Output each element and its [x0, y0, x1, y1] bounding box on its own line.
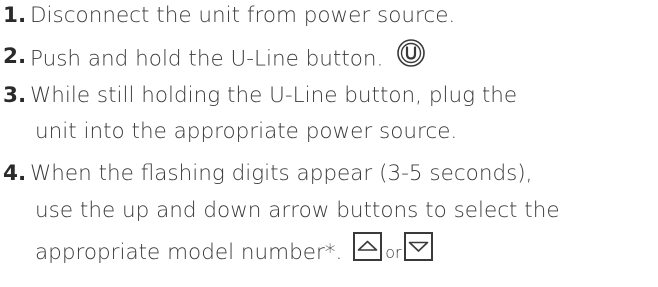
step-text: When the flashing digits appear (3-5 sec… [30, 161, 533, 186]
step-text: Disconnect the unit from power source. [30, 3, 456, 28]
instruction-steps: 1. Disconnect the unit from power source… [0, 0, 658, 287]
step-number: 4. [3, 161, 27, 186]
step-number: 2. [3, 44, 27, 69]
step-text: Push and hold the U-Line button. [30, 46, 384, 72]
up-arrow-button-icon [353, 232, 383, 270]
down-arrow-button-icon [403, 232, 433, 270]
step-text: use the up and down arrow buttons to sel… [35, 198, 560, 223]
step-text-wrap: Push and hold the U-Line button. [30, 39, 426, 77]
step-number: 1. [3, 3, 27, 28]
u-line-button-icon [396, 38, 426, 77]
step-text: unit into the appropriate power source. [35, 119, 458, 144]
step-number: 3. [3, 83, 27, 108]
or-connector: or [385, 243, 402, 262]
step-text: appropriate model number*. [35, 240, 343, 265]
step-text-wrap: appropriate model number*. or [35, 232, 433, 270]
step-text: While still holding the U-Line button, p… [30, 83, 518, 108]
